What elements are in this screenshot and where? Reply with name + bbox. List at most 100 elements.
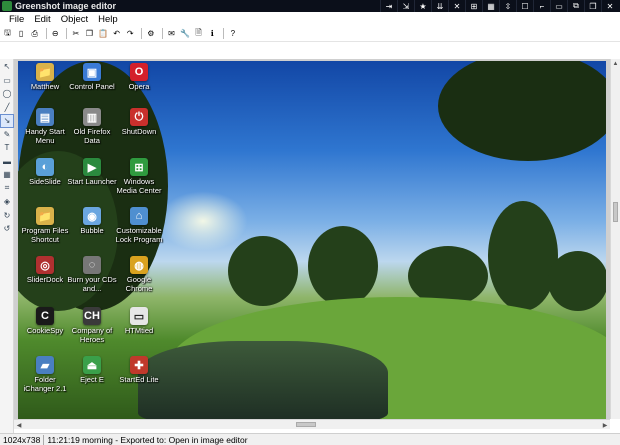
desktop-icon[interactable]: ▶ Start Launcher xyxy=(67,158,117,187)
desktop-icon[interactable]: ▤ Handy Start Menu xyxy=(20,108,70,145)
title-bar-button-10-icon[interactable]: ▭ xyxy=(550,0,567,12)
delete-icon[interactable]: ⊖ xyxy=(50,28,61,39)
desktop-icon[interactable]: ⏏ Eject E xyxy=(67,356,117,385)
desktop-icon[interactable]: O Opera xyxy=(114,63,164,92)
horizontal-scroll-thumb[interactable] xyxy=(296,422,316,427)
title-bar-button-6-icon[interactable]: ▦ xyxy=(482,0,499,12)
desktop-icon[interactable]: ◐ SideSlide xyxy=(20,158,70,187)
desktop-icon-glyph-icon: O xyxy=(130,63,148,81)
save-icon[interactable]: 🖫 xyxy=(2,28,13,39)
tree-far-right xyxy=(548,251,606,311)
desktop-icon[interactable]: ✚ StartEd Lite xyxy=(114,356,164,385)
title-bar-button-9-icon[interactable]: ⌐ xyxy=(533,0,550,12)
desktop-icon-glyph-icon: ◉ xyxy=(83,207,101,225)
title-bar-button-2-icon[interactable]: ★ xyxy=(414,0,431,12)
desktop-icon[interactable]: ▥ Old Firefox Data xyxy=(67,108,117,145)
title-bar-button-0-icon[interactable]: ⇥ xyxy=(380,0,397,12)
info-icon[interactable]: ℹ xyxy=(207,28,218,39)
title-bar-button-3-icon[interactable]: ⇊ xyxy=(431,0,448,12)
desktop-icon-glyph-icon: ▶ xyxy=(83,158,101,176)
title-bar-button-11-icon[interactable]: ⧉ xyxy=(567,0,584,12)
desktop-icon-label: StartEd Lite xyxy=(119,375,159,384)
vertical-scroll-thumb[interactable] xyxy=(613,202,618,222)
obfuscate-tool-icon[interactable]: ▦ xyxy=(1,169,13,181)
desktop-icon-glyph-icon: ⏏ xyxy=(83,356,101,374)
rectangle-tool-icon[interactable]: ▭ xyxy=(1,74,13,86)
desktop-icon-glyph-icon: ⌂ xyxy=(130,207,148,225)
desktop-icon-glyph-icon: ▭ xyxy=(130,307,148,325)
title-bar-button-1-icon[interactable]: ⇲ xyxy=(397,0,414,12)
scroll-left-arrow-icon[interactable]: ◀ xyxy=(14,420,24,430)
desktop-icon-label: ShutDown xyxy=(121,127,157,136)
desktop-icon[interactable]: 📁 Program Files Shortcut xyxy=(20,207,70,244)
desktop-icon[interactable]: ▣ Control Panel xyxy=(67,63,117,92)
scroll-up-arrow-icon[interactable]: ▲ xyxy=(611,59,620,69)
desktop-icon[interactable]: ◎ SliderDock xyxy=(20,256,70,285)
horizontal-scrollbar[interactable]: ◀ ▶ xyxy=(14,419,610,429)
desktop-icon[interactable]: ◍ Google Chrome xyxy=(114,256,164,293)
scroll-right-arrow-icon[interactable]: ▶ xyxy=(600,420,610,430)
menu-help[interactable]: Help xyxy=(93,14,123,25)
desktop-icon[interactable]: CH Company of Heroes xyxy=(67,307,117,344)
tree-center-left xyxy=(228,236,298,306)
tree-right xyxy=(488,201,558,311)
window-title: Greenshot image editor xyxy=(15,1,117,11)
title-bar-button-8-icon[interactable]: ☐ xyxy=(516,0,533,12)
toolbar-separator xyxy=(161,28,163,39)
effects-tool-icon[interactable]: ◈ xyxy=(1,196,13,208)
desktop-icon[interactable]: ▰ Folder iChanger 2.1 xyxy=(20,356,70,393)
crop-tool-icon[interactable]: ⌗ xyxy=(1,182,13,194)
desktop-icon-label: Burn your CDs and... xyxy=(67,275,117,293)
editor-canvas[interactable]: 📁 Matthew ▣ Control Panel O Opera ▤ Handy Start… xyxy=(14,59,610,419)
desktop-icon[interactable]: 📁 Matthew xyxy=(20,63,70,92)
export-icon[interactable]: 🗎 xyxy=(193,28,204,39)
tools-icon[interactable]: 🔧 xyxy=(180,28,191,39)
redo-icon[interactable]: ↷ xyxy=(125,28,136,39)
settings-icon[interactable]: ⚙ xyxy=(145,28,156,39)
desktop-icon[interactable]: ⌂ Customizable Lock Program xyxy=(114,207,164,244)
desktop-icon-glyph-icon: ▤ xyxy=(36,108,54,126)
line-tool-icon[interactable]: ╱ xyxy=(1,101,13,113)
ellipse-tool-icon[interactable]: ◯ xyxy=(1,88,13,100)
select-tool-icon[interactable]: ↖ xyxy=(1,61,13,73)
tree-top-right xyxy=(438,61,606,161)
desktop-icon[interactable]: ▭ HTMtied xyxy=(114,307,164,336)
text-tool-icon[interactable]: T xyxy=(1,142,13,154)
desktop-icon-label: SliderDock xyxy=(26,275,64,284)
desktop-icon-label: Opera xyxy=(128,82,150,91)
rotate-ccw-icon[interactable]: ↺ xyxy=(1,223,13,235)
help-icon[interactable]: ? xyxy=(227,28,238,39)
vertical-scrollbar[interactable]: ▲ xyxy=(610,59,620,419)
main-toolbar: 🖫 ▯ ⎙ ⊖ ✂ ❐ 📋 ↶ ↷ ⚙ ✉ 🔧 🗎 ℹ? xyxy=(0,26,620,42)
print-icon[interactable]: ⎙ xyxy=(29,28,40,39)
title-bar-button-13-icon[interactable]: ✕ xyxy=(601,0,618,12)
title-bar-button-12-icon[interactable]: ❐ xyxy=(584,0,601,12)
title-bar-button-7-icon[interactable]: ⇳ xyxy=(499,0,516,12)
desktop-icon[interactable]: ◌ Burn your CDs and... xyxy=(67,256,117,293)
email-icon[interactable]: ✉ xyxy=(166,28,177,39)
desktop-icon[interactable]: C CookieSpy xyxy=(20,307,70,336)
screenshot-image[interactable]: 📁 Matthew ▣ Control Panel O Opera ▤ Handy Start… xyxy=(18,61,606,419)
desktop-icon-label: Folder iChanger 2.1 xyxy=(23,375,67,393)
undo-icon[interactable]: ↶ xyxy=(111,28,122,39)
cut-icon[interactable]: ✂ xyxy=(70,28,81,39)
desktop-icon-label: Control Panel xyxy=(69,82,115,91)
menu-object[interactable]: Object xyxy=(56,14,93,25)
title-bar-button-4-icon[interactable]: ✕ xyxy=(448,0,465,12)
copy-clipboard-icon[interactable]: ❐ xyxy=(84,28,95,39)
menu-edit[interactable]: Edit xyxy=(29,14,55,25)
toolbar-separator xyxy=(45,28,47,39)
desktop-icon[interactable]: ⊞ Windows Media Center xyxy=(114,158,164,195)
paste-icon[interactable]: 📋 xyxy=(98,28,109,39)
menu-file[interactable]: File xyxy=(4,14,29,25)
freehand-tool-icon[interactable]: ✎ xyxy=(1,128,13,140)
desktop-icon-label: Eject E xyxy=(80,375,104,384)
rotate-cw-icon[interactable]: ↻ xyxy=(1,209,13,221)
copy-icon[interactable]: ▯ xyxy=(16,28,27,39)
desktop-icon-glyph-icon: ⊞ xyxy=(130,158,148,176)
desktop-icon[interactable]: ⏻ ShutDown xyxy=(114,108,164,137)
highlight-tool-icon[interactable]: ▬ xyxy=(1,155,13,167)
title-bar-button-5-icon[interactable]: ⊞ xyxy=(465,0,482,12)
arrow-tool-icon[interactable]: ↘ xyxy=(0,113,14,128)
desktop-icon[interactable]: ◉ Bubble xyxy=(67,207,117,236)
